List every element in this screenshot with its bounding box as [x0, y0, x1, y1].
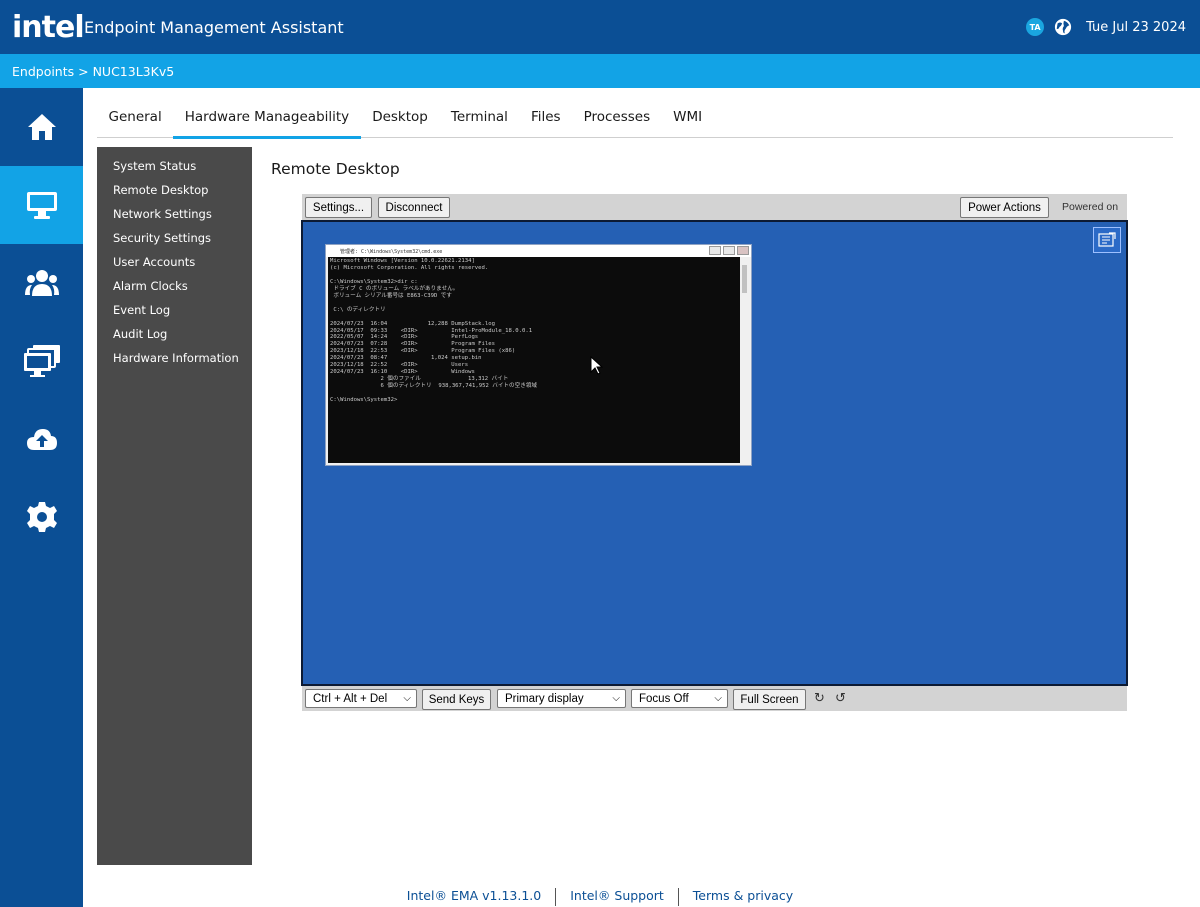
minimize-icon[interactable] — [709, 246, 721, 255]
nav-endpoints[interactable] — [0, 166, 83, 244]
submenu-alarm-clocks[interactable]: Alarm Clocks — [97, 277, 252, 301]
send-keys-button[interactable]: Send Keys — [422, 689, 491, 710]
remote-screen[interactable]: 管理者: C:\Windows\System32\cmd.exe Microso… — [301, 220, 1128, 686]
remote-cmd-window[interactable]: 管理者: C:\Windows\System32\cmd.exe Microso… — [325, 244, 752, 466]
window-icon — [1098, 232, 1116, 247]
cloud-upload-icon — [26, 429, 57, 450]
submenu-remote-desktop[interactable]: Remote Desktop — [97, 181, 252, 205]
cmd-title: 管理者: C:\Windows\System32\cmd.exe — [340, 248, 443, 255]
remote-tray-icon[interactable] — [1093, 227, 1121, 253]
globe-icon[interactable] — [1054, 18, 1072, 36]
tab-hardware-manageability[interactable]: Hardware Manageability — [173, 100, 362, 139]
focus-select-value: Focus Off — [639, 692, 689, 705]
cmd-console[interactable]: Microsoft Windows [Version 10.0.22621.21… — [328, 257, 742, 463]
tab-bar: General Hardware Manageability Desktop T… — [97, 100, 1173, 139]
rotate-clockwise-icon[interactable]: ↻ — [814, 691, 825, 706]
intel-logo: intel — [12, 9, 85, 45]
tab-files[interactable]: Files — [519, 100, 572, 138]
tab-terminal[interactable]: Terminal — [439, 100, 519, 138]
display-select[interactable]: Primary display ⌵ — [497, 689, 626, 708]
cmd-scroll-thumb[interactable] — [742, 265, 747, 293]
submenu-hardware-information[interactable]: Hardware Information — [97, 349, 252, 373]
chevron-down-icon: ⌵ — [714, 693, 722, 704]
app-title: Endpoint Management Assistant — [84, 17, 344, 37]
tab-wmi[interactable]: WMI — [662, 100, 714, 138]
disconnect-button[interactable]: Disconnect — [378, 197, 450, 218]
submenu-system-status[interactable]: System Status — [97, 157, 252, 181]
nav-cloud-upload[interactable] — [0, 400, 83, 478]
desktop-icon — [26, 192, 57, 219]
footer: Intel® EMA v1.13.1.0 Intel® Support Term… — [0, 888, 1200, 907]
home-icon — [27, 114, 56, 140]
nav-home[interactable] — [0, 88, 83, 166]
tab-desktop[interactable]: Desktop — [361, 100, 440, 138]
power-status: Powered on — [1062, 201, 1119, 213]
nav-settings[interactable] — [0, 478, 83, 556]
tab-processes[interactable]: Processes — [572, 100, 662, 138]
cmd-scrollbar[interactable] — [740, 257, 749, 463]
hardware-submenu: System Status Remote Desktop Network Set… — [97, 147, 252, 865]
users-icon — [24, 270, 59, 296]
focus-select[interactable]: Focus Off ⌵ — [631, 689, 728, 708]
rotate-counterclockwise-icon[interactable]: ↺ — [835, 691, 846, 706]
cmd-titlebar: 管理者: C:\Windows\System32\cmd.exe — [326, 245, 751, 257]
mouse-cursor-icon — [590, 356, 604, 375]
footer-version: Intel® EMA v1.13.1.0 — [406, 888, 542, 903]
submenu-user-accounts[interactable]: User Accounts — [97, 253, 252, 277]
footer-terms-link[interactable]: Terms & privacy — [693, 888, 793, 907]
top-header: intel Endpoint Management Assistant TA T… — [0, 0, 1200, 54]
special-keys-value: Ctrl + Alt + Del — [313, 692, 388, 705]
settings-button[interactable]: Settings... — [305, 197, 372, 218]
page-title: Remote Desktop — [271, 160, 400, 178]
header-tools: TA Tue Jul 23 2024 — [1026, 0, 1186, 54]
submenu-security-settings[interactable]: Security Settings — [97, 229, 252, 253]
footer-divider — [555, 888, 557, 906]
current-date: Tue Jul 23 2024 — [1086, 19, 1186, 35]
display-select-value: Primary display — [505, 692, 584, 705]
footer-support-link[interactable]: Intel® Support — [570, 888, 664, 907]
nav-groups[interactable] — [0, 322, 83, 400]
remote-desktop-toolbar: Settings... Disconnect Power Actions Pow… — [302, 194, 1127, 220]
power-actions-button[interactable]: Power Actions — [960, 197, 1049, 218]
chevron-down-icon: ⌵ — [403, 693, 411, 704]
submenu-audit-log[interactable]: Audit Log — [97, 325, 252, 349]
remote-desktop-controls: Ctrl + Alt + Del ⌵ Send Keys Primary dis… — [302, 686, 1127, 711]
left-nav-rail — [0, 88, 83, 907]
nav-users[interactable] — [0, 244, 83, 322]
maximize-icon[interactable] — [723, 246, 735, 255]
chevron-down-icon: ⌵ — [612, 693, 620, 704]
submenu-event-log[interactable]: Event Log — [97, 301, 252, 325]
special-keys-select[interactable]: Ctrl + Alt + Del ⌵ — [305, 689, 417, 708]
submenu-network-settings[interactable]: Network Settings — [97, 205, 252, 229]
close-icon[interactable] — [737, 246, 749, 255]
groups-icon — [23, 345, 60, 377]
tab-general[interactable]: General — [97, 100, 173, 138]
settings-icon — [26, 502, 57, 532]
user-avatar[interactable]: TA — [1026, 18, 1045, 36]
footer-divider — [677, 888, 679, 906]
breadcrumb[interactable]: Endpoints > NUC13L3Kv5 — [0, 54, 1200, 88]
full-screen-button[interactable]: Full Screen — [733, 689, 806, 710]
